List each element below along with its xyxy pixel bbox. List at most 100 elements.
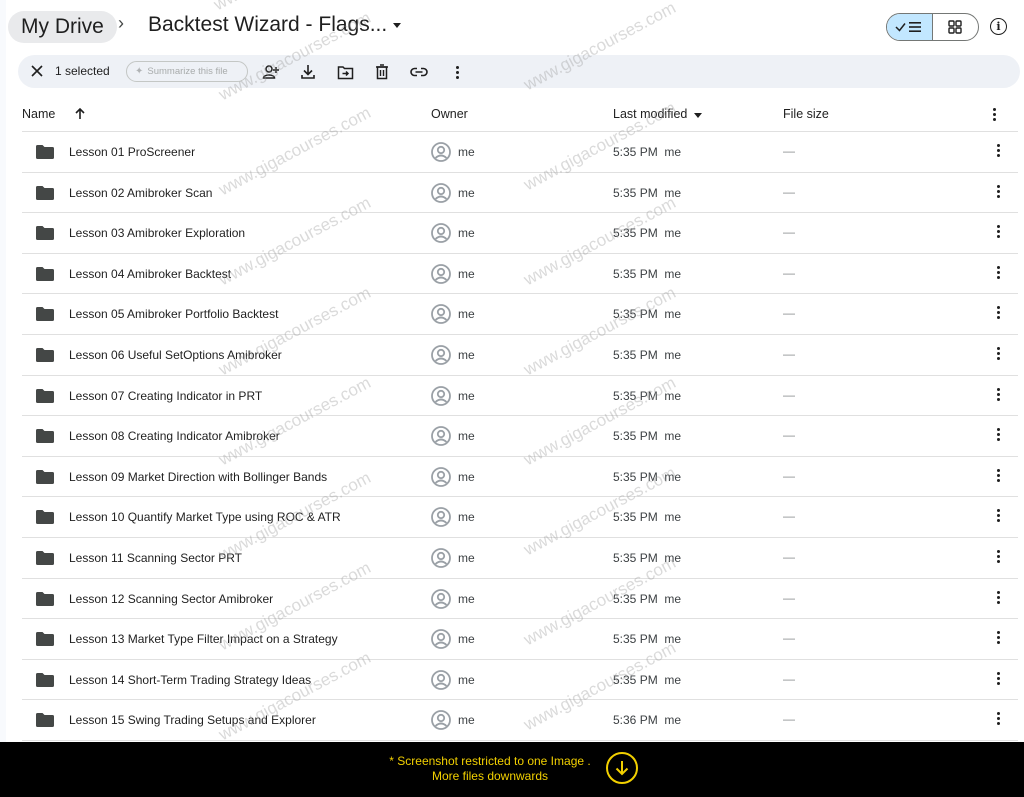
- folder-icon: [36, 145, 54, 159]
- last-modified: 5:35 PM me: [613, 672, 682, 687]
- table-row[interactable]: Lesson 04 Amibroker Backtest me 5:35 PM …: [22, 254, 1018, 295]
- row-more-actions-icon[interactable]: [992, 712, 1004, 728]
- owner-avatar-icon: [431, 710, 451, 731]
- owner-name: me: [458, 469, 475, 484]
- row-more-actions-icon[interactable]: [992, 184, 1004, 201]
- file-name[interactable]: Lesson 11 Scanning Sector PRT: [69, 551, 242, 565]
- folder-icon: [36, 469, 54, 484]
- breadcrumb-my-drive[interactable]: My Drive: [8, 11, 117, 43]
- last-modified: 5:35 PM me: [613, 185, 682, 200]
- sort-arrow-up-icon[interactable]: [74, 107, 86, 120]
- summarize-button[interactable]: ✦ Summarize this file: [126, 61, 248, 82]
- owner-name: me: [458, 632, 475, 647]
- row-more-actions-icon[interactable]: [992, 306, 1004, 322]
- last-modified: 5:35 PM me: [613, 266, 682, 281]
- owner-name: me: [458, 429, 475, 444]
- table-row[interactable]: Lesson 07 Creating Indicator in PRT me 5…: [22, 376, 1018, 417]
- table-row[interactable]: Lesson 09 Market Direction with Bollinge…: [22, 457, 1018, 498]
- row-more-actions-icon[interactable]: [992, 671, 1004, 688]
- file-name[interactable]: Lesson 02 Amibroker Scan: [69, 186, 212, 200]
- last-modified: 5:35 PM me: [613, 632, 682, 647]
- copy-link-button[interactable]: [409, 62, 429, 82]
- file-name[interactable]: Lesson 01 ProScreener: [69, 145, 195, 159]
- file-size: —: [783, 509, 795, 524]
- folder-icon: [36, 550, 54, 565]
- table-row[interactable]: Lesson 10 Quantify Market Type using ROC…: [22, 497, 1018, 538]
- file-name[interactable]: Lesson 03 Amibroker Exploration: [69, 226, 245, 240]
- more-actions-button[interactable]: [447, 62, 467, 82]
- row-more-actions-icon[interactable]: [992, 468, 1004, 485]
- table-row[interactable]: Lesson 01 ProScreener me 5:35 PM me —: [22, 132, 1018, 173]
- table-row[interactable]: Lesson 15 Swing Trading Setups and Explo…: [22, 700, 1018, 741]
- file-size: —: [783, 549, 795, 564]
- owner-avatar-icon: [431, 669, 451, 690]
- folder-menu-caret-icon[interactable]: [393, 23, 401, 28]
- row-more-actions-icon[interactable]: [992, 265, 1004, 282]
- share-button[interactable]: [261, 62, 281, 82]
- file-name[interactable]: Lesson 15 Swing Trading Setups and Explo…: [69, 713, 316, 727]
- trash-button[interactable]: [372, 62, 392, 82]
- row-more-actions-icon[interactable]: [992, 509, 1004, 525]
- table-row[interactable]: Lesson 11 Scanning Sector PRT me 5:35 PM…: [22, 538, 1018, 579]
- row-more-actions-icon[interactable]: [992, 549, 1004, 566]
- more-vert-icon: [455, 65, 459, 79]
- file-name[interactable]: Lesson 14 Short-Term Trading Strategy Id…: [69, 673, 311, 687]
- move-button[interactable]: [335, 62, 355, 82]
- row-more-actions-icon[interactable]: [992, 590, 1004, 607]
- file-size: —: [783, 428, 795, 443]
- link-icon: [410, 67, 428, 77]
- file-name[interactable]: Lesson 05 Amibroker Portfolio Backtest: [69, 307, 278, 321]
- info-icon[interactable]: i: [990, 18, 1007, 35]
- file-name[interactable]: Lesson 13 Market Type Filter Impact on a…: [69, 632, 338, 646]
- column-header-owner[interactable]: Owner: [431, 107, 468, 121]
- row-more-actions-icon[interactable]: [992, 225, 1004, 241]
- owner-avatar-icon: [431, 263, 451, 284]
- file-size: —: [783, 671, 795, 686]
- column-header-last-modified[interactable]: Last modified: [613, 107, 687, 121]
- folder-icon: [36, 429, 54, 444]
- folder-icon: [36, 672, 54, 687]
- row-more-actions-icon[interactable]: [992, 631, 1004, 647]
- move-folder-icon: [337, 65, 353, 79]
- file-name[interactable]: Lesson 12 Scanning Sector Amibroker: [69, 592, 273, 606]
- table-row[interactable]: Lesson 03 Amibroker Exploration me 5:35 …: [22, 213, 1018, 254]
- owner-avatar-icon: [431, 629, 451, 650]
- column-header-file-size[interactable]: File size: [783, 107, 829, 121]
- file-name[interactable]: Lesson 04 Amibroker Backtest: [69, 267, 231, 281]
- file-size: —: [783, 225, 795, 240]
- close-icon[interactable]: [28, 62, 46, 80]
- file-size: —: [783, 144, 795, 158]
- table-row[interactable]: Lesson 13 Market Type Filter Impact on a…: [22, 619, 1018, 660]
- owner-avatar-icon: [431, 182, 451, 203]
- owner-avatar-icon: [431, 588, 451, 609]
- table-row[interactable]: Lesson 05 Amibroker Portfolio Backtest m…: [22, 294, 1018, 335]
- column-options-more-icon[interactable]: [993, 108, 996, 121]
- file-name[interactable]: Lesson 09 Market Direction with Bollinge…: [69, 470, 327, 484]
- sort-caret-down-icon[interactable]: [694, 113, 702, 118]
- owner-name: me: [458, 388, 475, 403]
- file-name[interactable]: Lesson 06 Useful SetOptions Amibroker: [69, 348, 282, 362]
- table-row[interactable]: Lesson 08 Creating Indicator Amibroker m…: [22, 416, 1018, 457]
- download-button[interactable]: [298, 62, 318, 82]
- bottom-banner: * Screenshot restricted to one Image . M…: [0, 742, 1024, 797]
- table-row[interactable]: Lesson 02 Amibroker Scan me 5:35 PM me —: [22, 173, 1018, 214]
- table-row[interactable]: Lesson 14 Short-Term Trading Strategy Id…: [22, 660, 1018, 701]
- column-header-name[interactable]: Name: [22, 107, 55, 121]
- owner-name: me: [458, 347, 475, 362]
- file-name[interactable]: Lesson 07 Creating Indicator in PRT: [69, 389, 262, 403]
- breadcrumb-current-folder[interactable]: Backtest Wizard - Flags...: [148, 13, 387, 37]
- list-view-button[interactable]: [887, 14, 933, 40]
- breadcrumb-separator-icon: ›: [118, 13, 124, 33]
- table-row[interactable]: Lesson 06 Useful SetOptions Amibroker me…: [22, 335, 1018, 376]
- grid-view-button[interactable]: [933, 14, 979, 40]
- left-edge-strip: [0, 0, 6, 797]
- table-row[interactable]: Lesson 12 Scanning Sector Amibroker me 5…: [22, 579, 1018, 620]
- file-name[interactable]: Lesson 10 Quantify Market Type using ROC…: [69, 510, 341, 524]
- row-more-actions-icon[interactable]: [992, 387, 1004, 404]
- file-size: —: [783, 387, 795, 402]
- row-more-actions-icon[interactable]: [992, 346, 1004, 363]
- row-more-actions-icon[interactable]: [992, 144, 1004, 160]
- file-name[interactable]: Lesson 08 Creating Indicator Amibroker: [69, 429, 280, 443]
- row-more-actions-icon[interactable]: [992, 428, 1004, 444]
- selected-count: 1 selected: [55, 64, 110, 78]
